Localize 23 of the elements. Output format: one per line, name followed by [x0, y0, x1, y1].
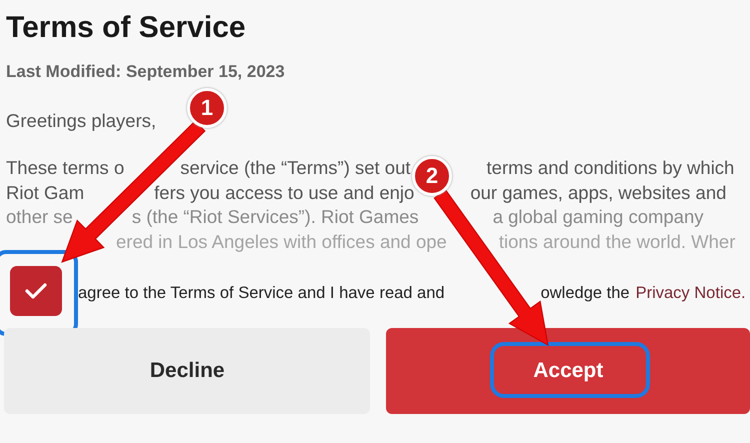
paragraph-text: fers you access to use and enjo — [154, 180, 414, 205]
decline-button[interactable]: Decline — [4, 328, 370, 414]
paragraph-text: service (the “Terms”) set out — [180, 156, 411, 180]
paragraph-text: ered in Los Angeles with offices and ope — [116, 230, 447, 254]
paragraph-text: a global gaming company — [492, 205, 704, 229]
last-modified: Last Modified: September 15, 2023 — [6, 62, 286, 82]
page-title: Terms of Service — [6, 10, 247, 46]
paragraph-text: other se — [6, 205, 73, 229]
checkmark-icon — [25, 282, 47, 300]
paragraph-text: Riot Gam — [6, 180, 84, 204]
paragraph-text: terms and conditions by which — [486, 156, 734, 180]
consent-text: owledge the — [540, 284, 630, 302]
greeting: Greetings players, — [6, 110, 158, 132]
paragraph-text: our games, apps, websites and — [470, 180, 726, 205]
privacy-notice-link[interactable]: Privacy Notice. — [636, 284, 746, 302]
paragraph-text: s (the “Riot Services”). Riot Games — [132, 205, 419, 229]
step-badge: 1 — [187, 88, 227, 128]
paragraph-text: tions around the world. Wher — [498, 230, 736, 254]
step-badge: 2 — [412, 156, 452, 196]
consent-text: agree to the Terms of Service and I have read and — [78, 284, 445, 302]
paragraph-text: These terms o — [6, 156, 124, 180]
checkbox[interactable] — [10, 266, 62, 316]
accept-button[interactable]: Accept — [386, 328, 750, 414]
